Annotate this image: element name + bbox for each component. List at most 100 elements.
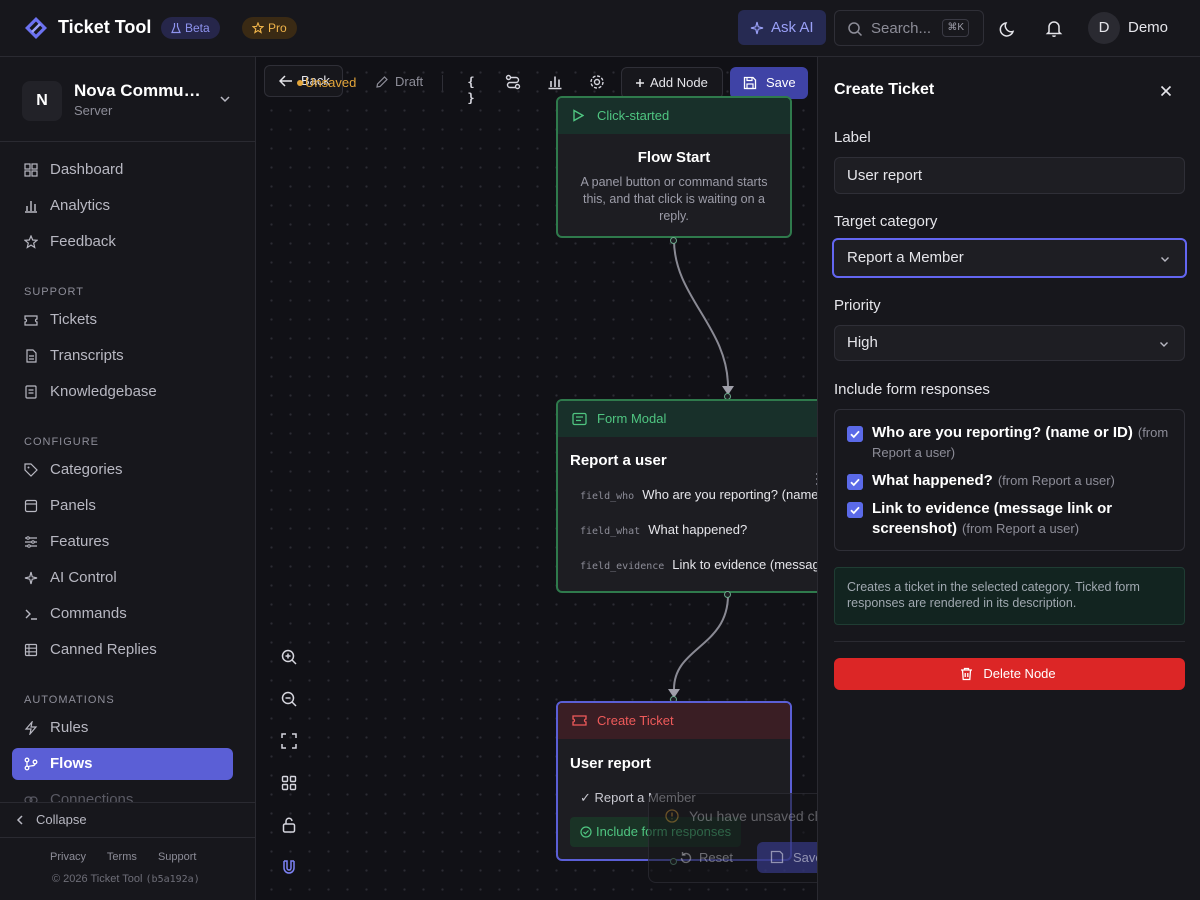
unsaved-changes-bar: You have unsaved changes Reset Save Chan… [648, 793, 817, 883]
sidebar-item-label: Rules [50, 719, 89, 736]
nav-section-configure: CONFIGURE [24, 436, 99, 448]
sidebar-item-commands[interactable]: Commands [12, 598, 233, 630]
close-icon[interactable] [1158, 83, 1174, 99]
delete-node-label: Delete Node [983, 666, 1056, 681]
user-avatar[interactable]: D [1088, 12, 1120, 44]
braces-icon[interactable]: { } [463, 74, 479, 105]
sidebar-item-categories[interactable]: Categories [12, 454, 233, 486]
chevron-down-icon [220, 96, 230, 103]
sidebar-item-tickets[interactable]: Tickets [12, 304, 233, 336]
top-bar: Ticket Tool Beta Pro Ask AI Search... ⌘K… [0, 0, 1200, 57]
flow-canvas[interactable]: Back Unsaved Draft { } Add Node Save Cli… [256, 57, 817, 900]
checkbox-checked-icon[interactable] [847, 502, 863, 518]
fit-view-icon[interactable] [280, 732, 298, 750]
edge-start-to-form[interactable] [673, 239, 729, 388]
sidebar-item-feedback[interactable]: Feedback [12, 226, 233, 258]
sidebar-item-knowledgebase[interactable]: Knowledgebase [12, 376, 233, 408]
response-item-what[interactable]: What happened? (from Report a user) [847, 471, 1173, 491]
grid-icon[interactable] [280, 774, 298, 792]
response-question: Who are you reporting? (name or ID) [872, 424, 1133, 441]
bell-icon[interactable] [1043, 17, 1065, 39]
sidebar-item-rules[interactable]: Rules [12, 712, 233, 744]
logo-icon[interactable] [24, 16, 48, 40]
save-changes-label: Save Changes [793, 850, 817, 865]
nav-section-support: SUPPORT [24, 286, 84, 298]
sidebar-item-analytics[interactable]: Analytics [12, 190, 233, 222]
category-select[interactable]: Report a Member [832, 238, 1187, 278]
sidebar-item-label: Canned Replies [50, 641, 157, 658]
form-field-evidence: field_evidence Link to evidence (message … [580, 557, 817, 572]
server-switcher[interactable]: N Nova Community Server [0, 57, 255, 142]
responses-list: Who are you reporting? (name or ID) (from… [834, 409, 1185, 551]
sidebar-item-ai-control[interactable]: AI Control [12, 562, 233, 594]
toolbar-divider [442, 75, 443, 91]
save-icon [770, 850, 784, 864]
sidebar-item-flows[interactable]: Flows [12, 748, 233, 780]
save-button[interactable]: Save [730, 67, 808, 99]
footer-links: Privacy Terms Support [50, 851, 214, 863]
response-source: (from Report a user) [997, 473, 1115, 488]
user-name[interactable]: Demo [1128, 19, 1168, 36]
moon-icon[interactable] [998, 17, 1020, 39]
pro-badge-label: Pro [268, 21, 287, 35]
node-header: Click-started [558, 98, 790, 134]
sliders-icon [25, 536, 37, 548]
ticket-icon [572, 715, 587, 726]
sidebar-item-features[interactable]: Features [12, 526, 233, 558]
sidebar-item-canned-replies[interactable]: Canned Replies [12, 634, 233, 666]
search-input[interactable]: Search... ⌘K [834, 10, 984, 46]
output-port[interactable] [724, 591, 731, 598]
priority-select[interactable]: High [834, 325, 1185, 361]
save-changes-button[interactable]: Save Changes [757, 842, 817, 873]
terms-link[interactable]: Terms [107, 851, 137, 863]
gear-icon[interactable] [589, 74, 605, 90]
sidebar-item-label: AI Control [50, 569, 117, 586]
output-port[interactable] [670, 237, 677, 244]
node-description: A panel button or command starts this, a… [580, 175, 768, 223]
ticket-icon [24, 315, 38, 326]
label-input[interactable]: User report [834, 157, 1185, 194]
form-icon [572, 412, 587, 426]
response-source: (from Report a user) [962, 521, 1080, 536]
checkbox-checked-icon[interactable] [847, 474, 863, 490]
unlock-icon[interactable] [280, 816, 298, 834]
sidebar-item-label: Dashboard [50, 161, 124, 178]
add-node-button[interactable]: Add Node [621, 67, 723, 99]
pro-badge: Pro [242, 17, 297, 39]
delete-node-button[interactable]: Delete Node [834, 658, 1185, 690]
ask-ai-button[interactable]: Ask AI [738, 10, 826, 45]
panel-icon [24, 499, 38, 513]
server-avatar: N [22, 81, 62, 121]
sidebar-item-panels[interactable]: Panels [12, 490, 233, 522]
node-header: Create Ticket [558, 703, 790, 739]
alert-icon [665, 809, 679, 823]
sidebar-item-dashboard[interactable]: Dashboard [12, 154, 233, 186]
sidebar-item-label: Analytics [50, 197, 111, 214]
bar-chart-icon[interactable] [547, 74, 563, 90]
zoom-in-icon[interactable] [280, 648, 298, 666]
ask-ai-label: Ask AI [771, 19, 814, 36]
node-type-label: Create Ticket [597, 713, 674, 728]
terminal-icon [25, 609, 37, 620]
zoom-out-icon[interactable] [280, 690, 298, 708]
node-form-modal[interactable]: Form Modal Report a user field_who Who ar… [556, 399, 817, 593]
support-link[interactable]: Support [158, 851, 197, 863]
response-item-who[interactable]: Who are you reporting? (name or ID) (from… [847, 423, 1173, 463]
zap-icon [24, 721, 38, 735]
collapse-button[interactable]: Collapse [14, 811, 87, 829]
node-flow-start[interactable]: Click-started Flow Start A panel button … [556, 96, 792, 238]
unsaved-message: You have unsaved changes [689, 808, 817, 824]
route-icon[interactable] [505, 74, 521, 90]
save-label: Save [766, 75, 796, 90]
sidebar-item-transcripts[interactable]: Transcripts [12, 340, 233, 372]
magnet-icon[interactable] [280, 858, 298, 876]
nav-section-automations: AUTOMATIONS [24, 694, 115, 706]
privacy-link[interactable]: Privacy [50, 851, 86, 863]
edge-form-to-ticket[interactable] [673, 594, 729, 690]
flow-icon [24, 757, 38, 771]
reset-button[interactable]: Reset [679, 850, 733, 865]
collapse-label: Collapse [36, 812, 87, 827]
response-item-evidence[interactable]: Link to evidence (message link or screen… [847, 499, 1173, 539]
checkbox-checked-icon[interactable] [847, 426, 863, 442]
app-title[interactable]: Ticket Tool [58, 17, 151, 38]
